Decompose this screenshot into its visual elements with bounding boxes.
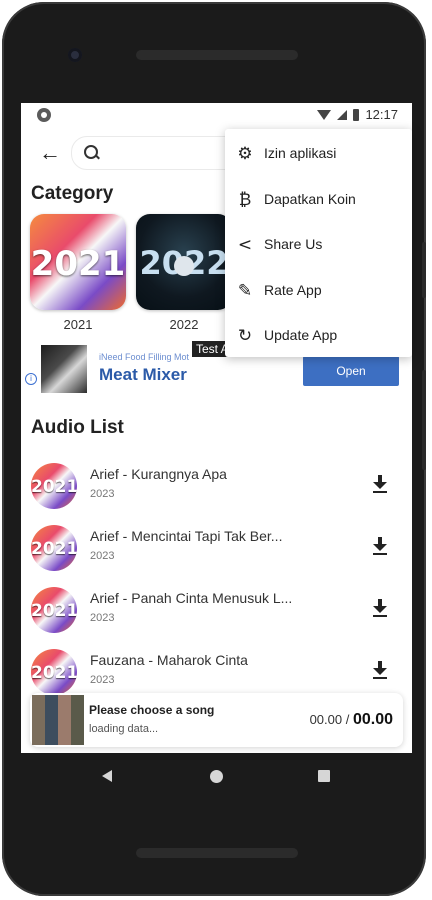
download-icon[interactable]: [373, 475, 387, 493]
category-card-2021[interactable]: 2021: [30, 214, 126, 310]
song-item[interactable]: 2021 Arief - Panah Cinta Menusuk L... 20…: [21, 587, 412, 637]
phone-frame: 12:17 ← Category 2021 2021 2022 2022 i i…: [2, 2, 426, 896]
menu-item-izin-aplikasi[interactable]: ⚙ Izin aplikasi: [225, 131, 412, 177]
song-thumbnail: 2021: [31, 649, 77, 695]
player-time-separator: /: [342, 712, 353, 727]
nav-recent-icon[interactable]: [318, 770, 330, 782]
player-subtitle: loading data...: [89, 723, 159, 735]
update-icon: ↻: [237, 326, 253, 346]
menu-item-label: Izin aplikasi: [264, 145, 337, 161]
thumbnail-text: 2021: [31, 539, 77, 559]
rate-icon: ✎: [237, 281, 253, 301]
song-year: 2023: [90, 488, 115, 500]
category-label: 2021: [63, 317, 93, 332]
menu-item-label: Rate App: [264, 282, 322, 298]
bottom-speaker: [136, 848, 298, 858]
signal-icon: [337, 109, 348, 120]
thumbnail-text: 2021: [31, 663, 77, 683]
song-year: 2023: [90, 674, 115, 686]
song-title: Arief - Mencintai Tapi Tak Ber...: [90, 528, 283, 544]
overflow-menu: ⚙ Izin aplikasi ₿ Dapatkan Koin < Share …: [225, 129, 412, 357]
wifi-icon: [317, 109, 332, 120]
thumbnail-text: 2021: [31, 601, 77, 621]
menu-item-dapatkan-koin[interactable]: ₿ Dapatkan Koin: [225, 177, 412, 223]
song-item[interactable]: 2021 Fauzana - Maharok Cinta 2023: [21, 649, 412, 699]
category-card-2022[interactable]: 2022: [136, 214, 232, 310]
status-icons: 12:17: [317, 107, 398, 122]
ad-title[interactable]: Meat Mixer: [99, 365, 187, 385]
audio-list-heading: Audio List: [31, 417, 124, 438]
song-thumbnail: 2021: [31, 525, 77, 571]
nav-home-icon[interactable]: [210, 770, 223, 783]
status-time: 12:17: [365, 107, 398, 122]
menu-item-share-us[interactable]: < Share Us: [225, 222, 412, 268]
gear-icon: ⚙: [237, 144, 253, 164]
earpiece-speaker: [136, 50, 298, 60]
battery-icon: [353, 108, 360, 121]
category-heading: Category: [31, 183, 114, 204]
download-icon[interactable]: [373, 537, 387, 555]
download-icon[interactable]: [373, 599, 387, 617]
song-thumbnail: 2021: [31, 587, 77, 633]
ad-open-button[interactable]: Open: [303, 356, 399, 386]
song-year: 2023: [90, 612, 115, 624]
song-title: Arief - Kurangnya Apa: [90, 466, 227, 482]
bitcoin-icon: ₿: [238, 190, 252, 210]
song-item[interactable]: 2021 Arief - Mencintai Tapi Tak Ber... 2…: [21, 525, 412, 575]
player-time-current: 00.00: [309, 712, 343, 727]
mini-player[interactable]: Please choose a song loading data... 00.…: [30, 693, 403, 747]
player-thumbnail: [32, 695, 84, 745]
share-icon: <: [237, 235, 253, 255]
player-time: 00.00 / 00.00: [310, 711, 393, 729]
chrome-icon: [37, 108, 51, 122]
menu-item-rate-app[interactable]: ✎ Rate App: [225, 268, 412, 314]
category-label: 2022: [169, 317, 199, 332]
player-title: Please choose a song: [89, 703, 215, 717]
nav-back-icon[interactable]: [102, 770, 112, 782]
song-item[interactable]: 2021 Arief - Kurangnya Apa 2023: [21, 463, 412, 513]
category-image-text: 2021: [30, 244, 126, 284]
player-time-total: 00.00: [352, 711, 393, 728]
ad-image[interactable]: [41, 345, 87, 393]
song-title: Fauzana - Maharok Cinta: [90, 652, 248, 668]
power-button: [422, 242, 426, 298]
ad-info-icon[interactable]: i: [25, 373, 37, 385]
status-bar: 12:17: [21, 103, 412, 127]
search-icon: [84, 145, 98, 159]
download-icon[interactable]: [373, 661, 387, 679]
front-camera: [68, 48, 82, 62]
ad-small-text: iNeed Food Filling Mot: [99, 352, 190, 362]
thumbnail-text: 2021: [31, 477, 77, 497]
menu-item-label: Dapatkan Koin: [264, 191, 356, 207]
menu-item-label: Update App: [264, 327, 338, 343]
song-title: Arief - Panah Cinta Menusuk L...: [90, 590, 293, 606]
back-arrow-icon[interactable]: ←: [39, 142, 61, 164]
song-year: 2023: [90, 550, 115, 562]
volume-button: [422, 370, 426, 470]
moon-graphic: [174, 256, 194, 276]
menu-item-update-app[interactable]: ↻ Update App: [225, 313, 412, 359]
menu-item-label: Share Us: [264, 236, 323, 252]
song-thumbnail: 2021: [31, 463, 77, 509]
